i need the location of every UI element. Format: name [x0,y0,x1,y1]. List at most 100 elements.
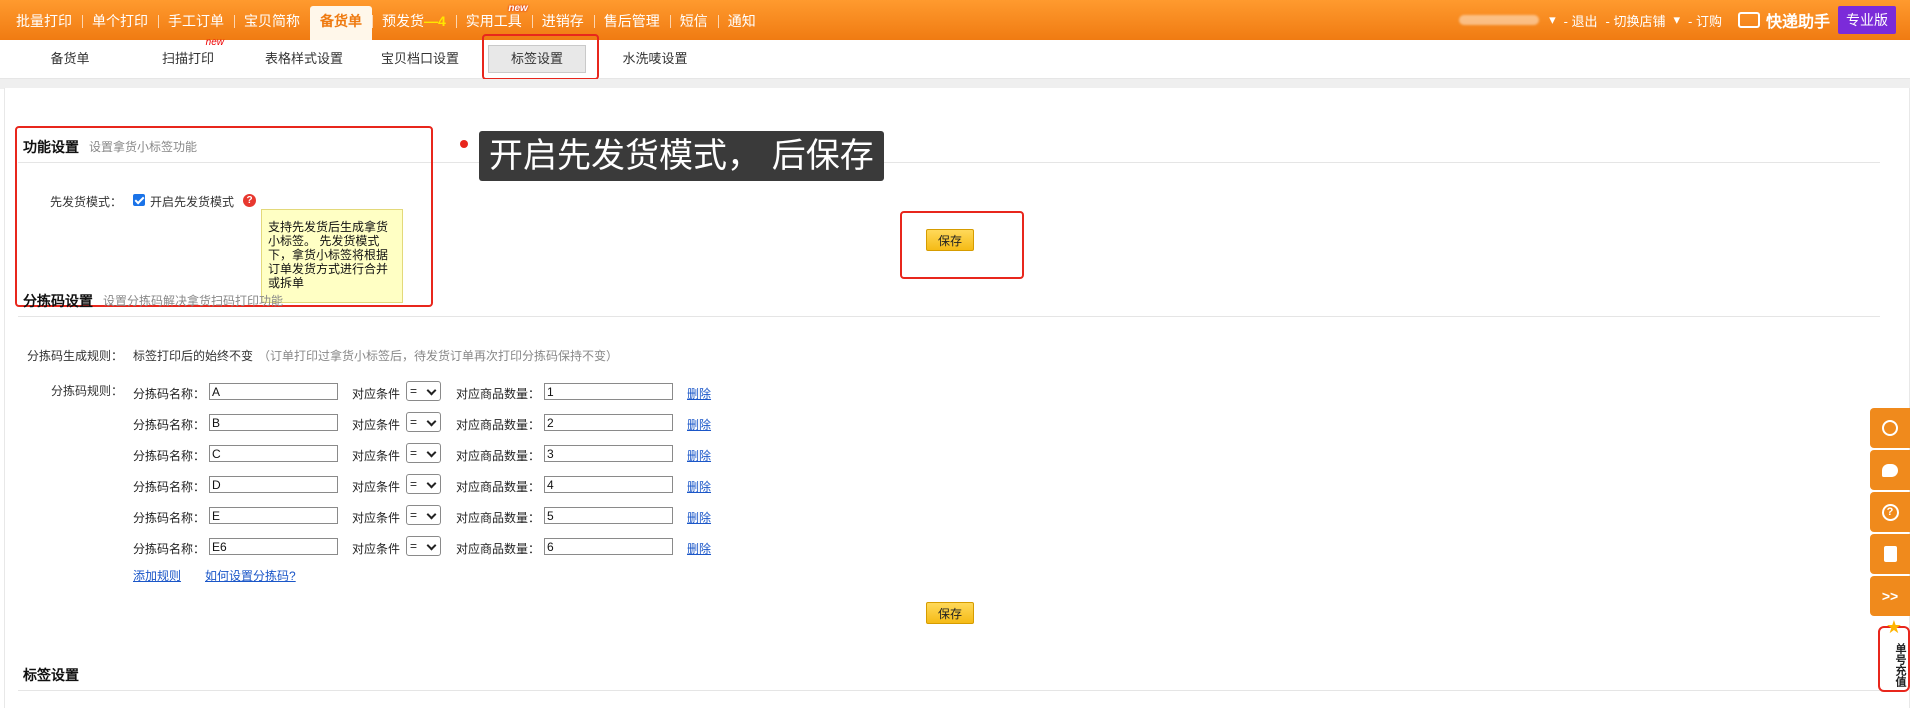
sort-name-input[interactable]: B [209,414,338,431]
nav-label: 手工订单 [168,13,224,29]
sort-name-input[interactable]: A [209,383,338,400]
side-btn-help[interactable]: ? [1870,492,1910,532]
delete-link[interactable]: 删除 [687,540,711,557]
nav-label: 通知 [727,13,756,29]
rule-note: （订单打印过拿货小标签后，待发货订单再次打印分拣码保持不变） [258,349,619,363]
nav-manual-order[interactable]: 手工订单 [158,0,234,40]
quantity-label: 对应商品数量： [456,418,541,432]
tab-table-style[interactable]: 表格样式设置 [262,40,346,78]
quantity-input[interactable]: 1 [544,383,673,400]
nav-notice[interactable]: 通知 [717,0,766,40]
divider [18,690,1880,691]
helper-label: 快递助手 [1765,14,1830,31]
condition-select[interactable]: = [406,474,441,494]
clock-icon [1882,420,1898,436]
star-icon: ★ [1885,617,1902,637]
side-btn-collapse[interactable]: >> [1870,576,1910,616]
nav-after-sales[interactable]: 售后管理 [593,0,670,40]
delete-link[interactable]: 删除 [687,416,711,433]
logout-link[interactable]: - 退出 [1564,11,1598,30]
quantity-label: 对应商品数量： [456,480,541,494]
main-nav: 批量打印 单个打印 手工订单 宝贝简称 备货单 预发货—4 实用工具 new 进销… [6,0,766,40]
delete-link[interactable]: 删除 [687,385,711,402]
side-btn-service[interactable] [1870,408,1910,448]
condition-select[interactable]: = [406,536,441,556]
annotation-label: 开启先发货模式， 后保存 [479,131,884,181]
divider [18,316,1880,317]
sort-name-label: 分拣码名称： [133,449,206,463]
sort-name-input[interactable]: C [209,445,338,462]
tab-wash-label[interactable]: 水洗唛设置 [620,40,690,78]
tab-label: 扫描打印 [161,51,214,66]
highlight-box-function [15,126,433,307]
condition-select[interactable]: = [406,381,441,401]
nav-label: 进销存 [541,13,584,29]
highlight-box-tab [482,34,599,80]
chevron-down-icon[interactable]: ▾ [1674,12,1681,28]
user-name-blurred[interactable] [1459,15,1540,25]
sort-name-input[interactable]: E [209,507,338,524]
sub-tab-bar: 备货单 扫描打印 new 表格样式设置 宝贝档口设置 标签设置 水洗唛设置 [0,38,1910,79]
chat-icon [1882,463,1898,477]
sort-name-label: 分拣码名称： [133,480,206,494]
add-rule-link[interactable]: 添加规则 [133,567,181,584]
quantity-input[interactable]: 4 [544,476,673,493]
nav-label: 宝贝简称 [244,13,300,29]
sort-rule-row: 分拣码名称： E 对应条件 = 对应商品数量： 5 删除 [0,505,760,529]
nav-label: 售后管理 [603,13,660,29]
section-title-sort: 分拣码设置 [23,293,93,309]
delete-link[interactable]: 删除 [687,447,711,464]
quantity-input[interactable]: 3 [544,445,673,462]
quantity-input[interactable]: 6 [544,538,673,555]
order-link[interactable]: - 订购 [1688,11,1722,30]
new-badge: new [508,3,528,14]
nav-item-alias[interactable]: 宝贝简称 [234,0,310,40]
highlight-box-save [900,211,1024,279]
tab-scan-print[interactable]: 扫描打印 new [158,38,224,78]
sort-rule-row: 分拣码名称： D 对应条件 = 对应商品数量： 4 删除 [0,474,760,498]
condition-select[interactable]: = [406,443,441,463]
side-btn-feedback[interactable] [1870,534,1910,574]
chevron-down-icon[interactable]: ▾ [1549,12,1556,28]
delete-link[interactable]: 删除 [687,478,711,495]
quantity-label: 对应商品数量： [456,511,541,525]
quantity-input[interactable]: 2 [544,414,673,431]
nav-pre-ship[interactable]: 预发货—4 [372,0,456,40]
switch-store-link[interactable]: - 切换店铺 [1606,11,1666,30]
tab-stock-list[interactable]: 备货单 [40,40,100,78]
nav-sms[interactable]: 短信 [669,0,718,40]
condition-select[interactable]: = [406,412,441,432]
truck-icon [1737,12,1760,28]
tab-label: 水洗唛设置 [622,51,688,66]
sort-name-label: 分拣码名称： [133,418,206,432]
condition-label: 对应条件 [352,542,401,556]
side-btn-chat[interactable] [1870,450,1910,490]
condition-select[interactable]: = [406,505,441,525]
annotation-pointer [460,140,468,148]
section-subtitle-sort: 设置分拣码解决拿货扫码打印功能 [103,294,284,308]
condition-label: 对应条件 [352,449,401,463]
condition-label: 对应条件 [352,387,401,401]
sort-rule-row: 分拣码名称： B 对应条件 = 对应商品数量： 2 删除 [0,412,760,436]
sort-name-input[interactable]: E6 [209,538,338,555]
tab-label: 备货单 [50,51,90,66]
section-title-label: 标签设置 [23,667,79,683]
delete-link[interactable]: 删除 [687,509,711,526]
tab-stall-settings[interactable]: 宝贝档口设置 [378,40,462,78]
nav-label: 实用工具 [465,13,522,29]
nav-stock-list[interactable]: 备货单 [310,6,372,40]
edition-badge[interactable]: 专业版 [1838,6,1896,34]
nav-batch-print[interactable]: 批量打印 [6,0,82,40]
rule-value: 标签打印后的始终不变 [133,349,254,363]
new-badge: new [205,37,224,48]
sort-name-input[interactable]: D [209,476,338,493]
quantity-input[interactable]: 5 [544,507,673,524]
quantity-label: 对应商品数量： [456,542,541,556]
nav-label: 短信 [679,13,708,29]
save-button-sort[interactable]: 保存 [926,602,974,624]
collapse-icon: >> [1881,588,1899,604]
how-to-link[interactable]: 如何设置分拣码? [205,567,296,584]
sort-name-label: 分拣码名称： [133,387,206,401]
nav-single-print[interactable]: 单个打印 [82,0,158,40]
sort-rule-row: 分拣码名称： C 对应条件 = 对应商品数量： 3 删除 [0,443,760,467]
